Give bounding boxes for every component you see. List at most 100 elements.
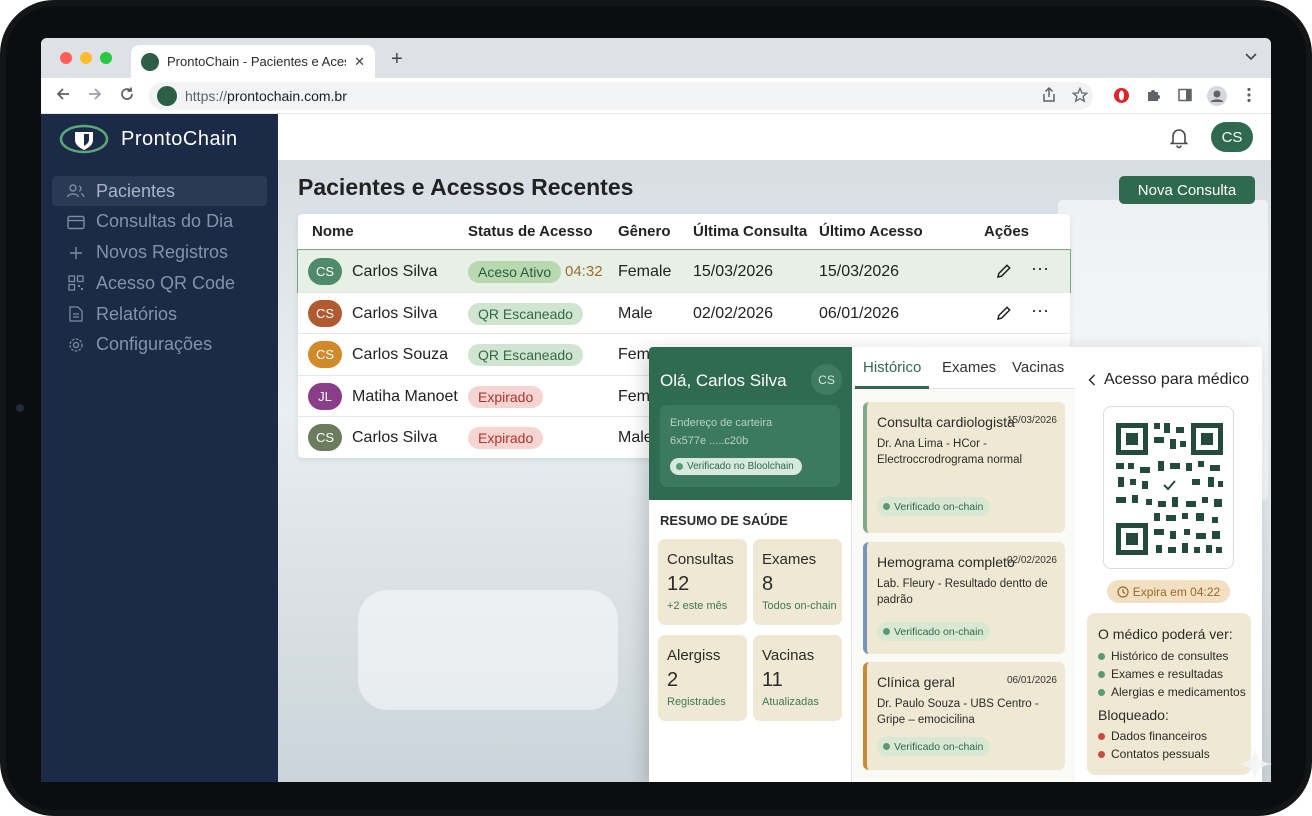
table-row[interactable]: CS Carlos Silva QR Escaneado Male 02/02/… <box>298 291 1070 334</box>
column-header[interactable]: Nome <box>312 223 354 240</box>
close-tab-icon[interactable]: ✕ <box>354 54 365 70</box>
new-consultation-button[interactable]: Nova Consulta <box>1119 176 1255 204</box>
stat-card-vacinas[interactable]: Vacinas 11 Atualizadas <box>753 635 842 721</box>
column-header[interactable]: Gênero <box>618 223 671 240</box>
address-bar[interactable]: https://prontochain.com.br <box>149 82 1093 110</box>
share-icon[interactable] <box>1042 87 1056 103</box>
greeting: Olá, Carlos Silva <box>660 371 787 390</box>
side-panel-icon[interactable] <box>1177 87 1193 103</box>
history-card[interactable]: Clínica geral 06/01/2026 Dr. Paulo Souza… <box>863 662 1065 770</box>
can-see-title: O médico poderá ver: <box>1098 626 1233 642</box>
blocked-item: Dados financeiros <box>1098 729 1207 743</box>
patient-gender: Female <box>618 263 672 280</box>
profile-icon[interactable] <box>1206 85 1228 107</box>
blocked-dot-icon <box>1098 732 1105 740</box>
sidebar-item-label: Pacientes <box>96 180 176 201</box>
column-header[interactable]: Ações <box>984 223 1029 240</box>
tab-search-chevron-icon[interactable] <box>1245 52 1257 62</box>
allowed-dot-icon <box>1098 688 1105 696</box>
stat-card-exames[interactable]: Exames 8 Todos on-chain <box>753 539 842 625</box>
patient-avatar: CS <box>308 299 342 327</box>
user-avatar[interactable]: CS <box>1211 122 1253 152</box>
blocked-label: Contatos pessuals <box>1111 747 1210 761</box>
sidebar-item-relatorios[interactable]: Relatórios <box>52 299 267 329</box>
patient-name: Carlos Souza <box>352 346 449 363</box>
close-window-button[interactable] <box>60 52 72 64</box>
history-date: 06/01/2026 <box>1006 675 1057 686</box>
more-actions-icon[interactable]: ⋯ <box>1031 301 1050 322</box>
column-header[interactable]: Último Acesso <box>819 223 923 240</box>
reload-icon[interactable] <box>119 86 135 102</box>
back-arrow-icon[interactable] <box>55 86 71 102</box>
doctor-access-header[interactable]: Acesso para médico <box>1088 371 1249 389</box>
patient-name: Carlos Silva <box>352 263 438 280</box>
tab-historico[interactable]: Histórico <box>863 359 921 376</box>
doctor-access-column: Acesso para médico Expira em 04:22 O méd… <box>1076 347 1262 782</box>
document-icon <box>69 306 83 322</box>
last-access: 06/01/2026 <box>819 304 900 322</box>
sparkle-watermark-icon <box>1237 746 1273 782</box>
patient-header: Olá, Carlos Silva CS Endereço de carteir… <box>649 347 852 500</box>
site-info-icon[interactable] <box>157 86 177 106</box>
sidebar-item-label: Relatórios <box>96 303 178 324</box>
maximize-window-button[interactable] <box>100 52 112 64</box>
more-actions-icon[interactable]: ⋯ <box>1031 259 1050 280</box>
stat-sub: Todos on-chain <box>762 600 837 612</box>
allowed-dot-icon <box>1098 652 1105 660</box>
browser-tab[interactable]: ProntoChain - Pacientes e Acessos ✕ <box>131 45 375 78</box>
sidebar-item-acesso-qr[interactable]: Acesso QR Code <box>52 268 267 298</box>
chevron-left-icon[interactable] <box>1088 374 1096 386</box>
status-badge: Expirado <box>468 427 544 449</box>
brand-logo[interactable]: ProntoChain <box>59 124 238 154</box>
history-card[interactable]: Consulta cardiologista 15/03/2026 Dr. An… <box>863 402 1065 533</box>
users-icon <box>66 184 85 198</box>
verified-badge: Verificado on-chain <box>877 737 991 756</box>
stat-card-consultas[interactable]: Consultas 12 +2 este mês <box>658 539 747 625</box>
patient-avatar[interactable]: CS <box>811 364 842 395</box>
sidebar-item-configuracoes[interactable]: Configurações <box>52 330 267 360</box>
stat-sub: Registrades <box>667 696 726 708</box>
last-consultation: 02/02/2026 <box>693 304 774 322</box>
stat-label: Consultas <box>667 551 734 568</box>
tab-strip: ProntoChain - Pacientes e Acessos ✕ + <box>41 38 1271 78</box>
column-header[interactable]: Status de Acesso <box>468 223 593 240</box>
patient-name: Carlos Silva <box>352 429 438 446</box>
plus-icon <box>70 246 82 259</box>
wallet-address[interactable]: 6x577e .....c20b <box>670 435 748 447</box>
url-text: https://prontochain.com.br <box>185 88 347 104</box>
history-card[interactable]: Hemograma completo 02/02/2026 Lab. Fleur… <box>863 542 1065 654</box>
blocked-dot-icon <box>1098 750 1105 758</box>
browser-toolbar: https://prontochain.com.br <box>41 78 1271 114</box>
opera-extension-icon[interactable] <box>1113 87 1130 104</box>
new-tab-button[interactable]: + <box>391 49 403 69</box>
column-header[interactable]: Última Consulta <box>693 223 807 240</box>
minimize-window-button[interactable] <box>80 52 92 64</box>
extensions-puzzle-icon[interactable] <box>1145 87 1161 103</box>
access-qr-code[interactable] <box>1103 406 1234 569</box>
bell-icon[interactable] <box>1167 125 1191 149</box>
browser-menu-icon[interactable] <box>1247 87 1251 103</box>
bookmark-star-icon[interactable] <box>1072 87 1088 103</box>
sidebar-item-novos-registros[interactable]: Novos Registros <box>52 238 267 268</box>
status-badge: Aceso Ativo <box>468 261 562 283</box>
access-timer: 04:32 <box>565 263 603 280</box>
tab-exames[interactable]: Exames <box>942 359 996 376</box>
stat-sub: Atualizadas <box>762 696 819 708</box>
stat-card-alergias[interactable]: Alergiss 2 Registrades <box>658 635 747 721</box>
sidebar-item-label: Consultas do Dia <box>96 211 234 232</box>
tab-vacinas[interactable]: Vacinas <box>1012 359 1064 376</box>
verified-label: Verificado on-chain <box>894 625 984 638</box>
gear-icon <box>69 338 83 352</box>
pencil-icon[interactable] <box>995 262 1013 280</box>
sidebar-item-pacientes[interactable]: Pacientes <box>52 176 267 206</box>
history-column: Histórico Exames Vacinas Consulta cardio… <box>853 347 1075 782</box>
allowed-label: Histórico de consultes <box>1111 649 1229 663</box>
history-date: 15/03/2026 <box>1006 415 1057 426</box>
forward-arrow-icon[interactable] <box>87 86 103 102</box>
table-row[interactable]: CS Carlos Silva Aceso Ativo 04:32 Female… <box>297 249 1071 293</box>
pencil-icon[interactable] <box>995 304 1013 322</box>
active-tab-indicator <box>855 386 929 389</box>
verified-check-icon <box>883 503 890 510</box>
history-tabs: Histórico Exames Vacinas <box>853 347 1075 389</box>
sidebar-item-consultas[interactable]: Consultas do Dia <box>52 207 267 237</box>
